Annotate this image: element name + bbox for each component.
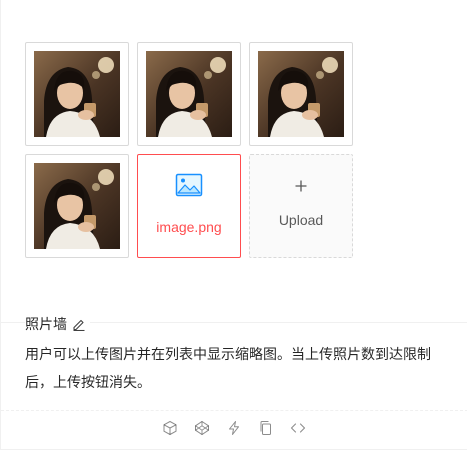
upload-list-item-error[interactable]: image.png	[137, 154, 241, 258]
picture-icon	[175, 173, 203, 197]
upload-button[interactable]: Upload	[249, 154, 353, 258]
portrait-photo-thumbnail[interactable]	[34, 51, 120, 137]
edit-icon[interactable]	[72, 317, 86, 332]
error-file-name[interactable]: image.png	[138, 219, 240, 235]
upload-list-item-1[interactable]	[25, 42, 129, 146]
demo-card: image.png Upload 照片墙 用户可以上传图片并在列表中显示缩略图。…	[0, 0, 467, 450]
demo-title-text: 照片墙	[25, 316, 67, 332]
demo-description: 用户可以上传图片并在列表中显示缩略图。当上传照片数到达限制后，上传按钮消失。	[25, 346, 431, 390]
code-expand-icon[interactable]	[290, 420, 306, 436]
upload-list-item-3[interactable]	[249, 42, 353, 146]
codepen-icon[interactable]	[194, 420, 210, 436]
upload-list-item-2[interactable]	[137, 42, 241, 146]
portrait-photo-thumbnail[interactable]	[34, 163, 120, 249]
portrait-photo-thumbnail[interactable]	[258, 51, 344, 137]
upload-list-item-4[interactable]	[25, 154, 129, 258]
code-actions	[1, 420, 467, 436]
copy-icon[interactable]	[258, 420, 274, 436]
actions-divider	[1, 410, 467, 411]
demo-title: 照片墙	[25, 314, 90, 334]
thunderbolt-icon[interactable]	[226, 420, 242, 436]
upload-button-label: Upload	[278, 212, 324, 228]
portrait-photo-thumbnail[interactable]	[146, 51, 232, 137]
plus-icon	[250, 179, 352, 197]
codesandbox-icon[interactable]	[162, 420, 178, 436]
